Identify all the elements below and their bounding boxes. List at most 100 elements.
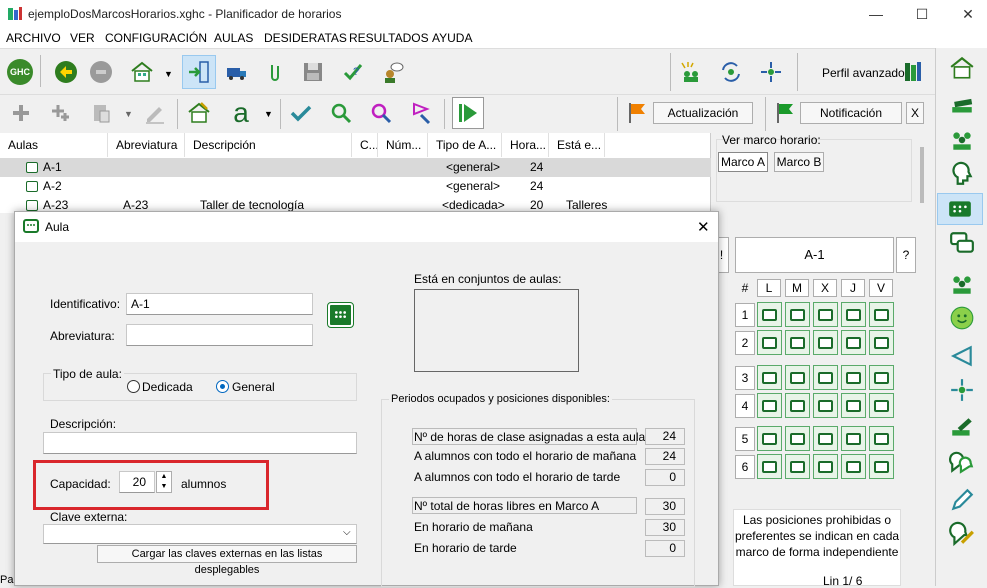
font-dropdown-icon[interactable]: ▼ bbox=[264, 109, 273, 119]
timeslot-cell[interactable] bbox=[869, 426, 894, 451]
column-header-tipo[interactable]: Tipo de A... bbox=[428, 133, 502, 157]
sidebar-books-button[interactable] bbox=[940, 90, 984, 122]
home-dropdown-icon[interactable]: ▼ bbox=[164, 69, 173, 79]
timeslot-cell[interactable] bbox=[813, 454, 838, 479]
column-header-esta[interactable]: Está e... bbox=[549, 133, 605, 157]
day-header-j[interactable]: J bbox=[841, 279, 865, 297]
sidebar-aulas-button[interactable] bbox=[940, 52, 984, 84]
identificativo-input[interactable]: A-1 bbox=[126, 293, 313, 315]
menu-ayuda[interactable]: AYUDA bbox=[432, 31, 472, 45]
general-radio[interactable] bbox=[216, 380, 229, 393]
day-header-l[interactable]: L bbox=[757, 279, 781, 297]
marco-b-button[interactable]: Marco B bbox=[774, 152, 824, 172]
timeslot-cell[interactable] bbox=[869, 365, 894, 390]
timeslot-cell[interactable] bbox=[757, 330, 782, 355]
column-header-descripcion[interactable]: Descripción bbox=[185, 133, 352, 157]
dedicada-radio[interactable] bbox=[127, 380, 140, 393]
back-button[interactable] bbox=[51, 57, 81, 87]
save-button[interactable] bbox=[298, 57, 328, 87]
timeslot-cell[interactable] bbox=[841, 393, 866, 418]
books-button[interactable] bbox=[898, 57, 928, 87]
font-button[interactable]: a bbox=[226, 98, 256, 128]
sidebar-groups-button[interactable] bbox=[940, 124, 984, 156]
sidebar-distribute-button[interactable] bbox=[940, 374, 984, 406]
menu-desideratas[interactable]: DESIDERATAS bbox=[264, 31, 347, 45]
help-button[interactable]: ? bbox=[338, 57, 368, 87]
sidebar-teachers-button[interactable] bbox=[940, 446, 984, 478]
day-header-v[interactable]: V bbox=[869, 279, 893, 297]
timeslot-cell[interactable] bbox=[841, 330, 866, 355]
help-question-button[interactable]: ? bbox=[896, 237, 916, 273]
people-sparkle-button[interactable] bbox=[676, 57, 706, 87]
sidebar-smile-button[interactable] bbox=[940, 302, 984, 334]
run-button[interactable] bbox=[452, 97, 484, 129]
period-label-6[interactable]: 6 bbox=[735, 455, 755, 479]
timeslot-cell[interactable] bbox=[869, 302, 894, 327]
timeslot-cell[interactable] bbox=[757, 365, 782, 390]
distribute-button[interactable] bbox=[756, 57, 786, 87]
abreviatura-input[interactable] bbox=[126, 324, 313, 346]
ghc-logo-button[interactable]: GHC bbox=[5, 57, 35, 87]
timeslot-cell[interactable] bbox=[841, 365, 866, 390]
chevron-down-icon[interactable]: ⌵ bbox=[343, 527, 351, 538]
column-header-num[interactable]: Núm... bbox=[378, 133, 428, 157]
minimize-button[interactable]: — bbox=[866, 4, 886, 24]
period-label-4[interactable]: 4 bbox=[735, 394, 755, 418]
flag-search-button[interactable] bbox=[406, 98, 436, 128]
timeslot-cell[interactable] bbox=[841, 426, 866, 451]
descripcion-input[interactable] bbox=[43, 432, 357, 454]
day-header-m[interactable]: M bbox=[785, 279, 809, 297]
timeslot-cell[interactable] bbox=[869, 330, 894, 355]
timeslot-cell[interactable] bbox=[757, 454, 782, 479]
table-row[interactable]: A-1 <general> 24 bbox=[0, 158, 711, 177]
menu-resultados[interactable]: RESULTADOS bbox=[349, 31, 429, 45]
sidebar-students-button[interactable] bbox=[940, 268, 984, 300]
search-magenta-button[interactable] bbox=[366, 98, 396, 128]
timeslot-cell[interactable] bbox=[785, 302, 810, 327]
period-label-5[interactable]: 5 bbox=[735, 427, 755, 451]
panel-scrollbar[interactable] bbox=[920, 147, 924, 203]
general-label[interactable]: General bbox=[232, 380, 275, 394]
timeslot-cell[interactable] bbox=[841, 302, 866, 327]
check-button[interactable] bbox=[286, 98, 316, 128]
sidebar-triangle-button[interactable] bbox=[940, 340, 984, 372]
dialog-close-button[interactable]: ✕ bbox=[697, 218, 710, 236]
timeslot-cell[interactable] bbox=[757, 393, 782, 418]
maximize-button[interactable]: ☐ bbox=[912, 4, 932, 24]
timeslot-cell[interactable] bbox=[813, 426, 838, 451]
sync-people-button[interactable] bbox=[716, 57, 746, 87]
sidebar-head-pencil-button[interactable] bbox=[940, 518, 984, 550]
perfil-avanzado-label[interactable]: Perfil avanzado bbox=[822, 66, 905, 80]
menu-configuracion[interactable]: CONFIGURACIÓN bbox=[105, 31, 207, 45]
home-button[interactable] bbox=[127, 57, 157, 87]
column-header-aulas[interactable]: Aulas bbox=[0, 133, 108, 157]
import-button[interactable] bbox=[182, 55, 216, 89]
menu-aulas[interactable]: AULAS bbox=[214, 31, 253, 45]
export-button[interactable] bbox=[222, 57, 252, 87]
edit-button[interactable] bbox=[140, 98, 170, 128]
column-header-horas[interactable]: Hora... bbox=[502, 133, 549, 157]
paste-button[interactable] bbox=[86, 98, 116, 128]
notificacion-button[interactable]: Notificación bbox=[800, 102, 902, 124]
timeslot-cell[interactable] bbox=[785, 365, 810, 390]
timeslot-cell[interactable] bbox=[757, 302, 782, 327]
aula-properties-button[interactable] bbox=[184, 98, 214, 128]
green-flag-button[interactable] bbox=[770, 98, 800, 128]
period-label-1[interactable]: 1 bbox=[735, 303, 755, 327]
day-header-x[interactable]: X bbox=[813, 279, 837, 297]
cargar-claves-button[interactable]: Cargar las claves externas en las listas… bbox=[97, 545, 357, 576]
timeslot-cell[interactable] bbox=[785, 330, 810, 355]
timeslot-cell[interactable] bbox=[869, 393, 894, 418]
menu-ver[interactable]: VER bbox=[70, 31, 95, 45]
conjuntos-list[interactable] bbox=[414, 289, 579, 372]
add-multiple-button[interactable] bbox=[46, 98, 76, 128]
timeslot-cell[interactable] bbox=[785, 426, 810, 451]
capacidad-input[interactable]: 20 bbox=[119, 471, 155, 493]
sidebar-teacher-button[interactable] bbox=[940, 158, 984, 190]
timeslot-cell[interactable] bbox=[785, 393, 810, 418]
timeslot-cell[interactable] bbox=[869, 454, 894, 479]
actualizacion-button[interactable]: Actualización bbox=[653, 102, 753, 124]
paste-dropdown-icon[interactable]: ▼ bbox=[124, 109, 133, 119]
capacidad-spinner[interactable]: ▲ ▼ bbox=[156, 471, 172, 493]
clave-externa-select[interactable] bbox=[43, 524, 357, 544]
